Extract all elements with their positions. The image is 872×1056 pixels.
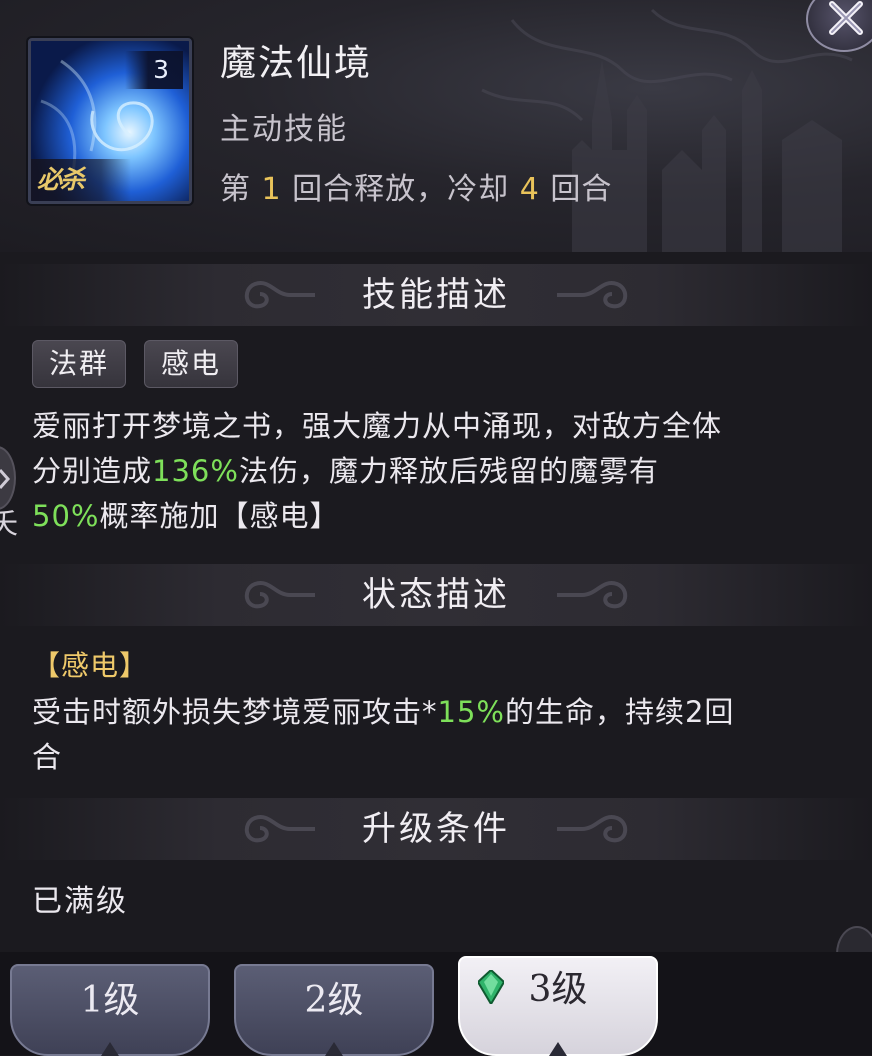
skill-tags: 法群 感电 xyxy=(32,340,239,388)
section-title-skill-description: 技能描述 xyxy=(362,275,510,315)
tab-level-1[interactable]: 1级 xyxy=(10,964,210,1056)
cooldown-first-round: 1 xyxy=(261,172,282,207)
skill-detail-panel: 技能描述 法群 感电 爱丽打开梦境之书，强大魔力从中涌现，对敌方全体 分别造成13… xyxy=(0,252,872,960)
gem-icon xyxy=(478,970,504,1004)
tab-pin-icon xyxy=(101,1042,119,1056)
skill-name: 魔法仙境 xyxy=(220,43,373,84)
desc-part3: 法伤，魔力释放后残留的魔雾有 xyxy=(238,454,659,488)
skill-level-badge: 3 xyxy=(125,51,183,89)
chevron-right-icon xyxy=(0,469,10,489)
section-header-status: 状态描述 xyxy=(0,564,872,626)
section-header-skill: 技能描述 xyxy=(0,264,872,326)
damage-value: 136% xyxy=(152,454,239,488)
close-icon xyxy=(829,1,863,35)
skill-tag: 法群 xyxy=(32,340,127,388)
cooldown-rounds: 4 xyxy=(519,172,540,207)
tab-level-3[interactable]: 3级 xyxy=(458,956,658,1056)
status-percent: 15% xyxy=(437,695,505,729)
upgrade-status: 已满级 xyxy=(32,884,128,919)
status-name: 【感电】 xyxy=(32,649,149,682)
skill-cooldown: 第 1 回合释放，冷却 4 回合 xyxy=(220,164,612,208)
desc-part2: 分别造成 xyxy=(32,454,153,488)
castle-backdrop xyxy=(481,8,853,252)
desc-part1: 爱丽打开梦境之书，强大魔力从中涌现，对敌方全体 xyxy=(32,409,723,443)
skill-type: 主动技能 xyxy=(220,112,348,147)
tab-label: 3级 xyxy=(528,969,588,1010)
level-tab-bar: 1级 2级 3级 xyxy=(0,952,872,1056)
skill-icon: 3 必杀 xyxy=(28,38,192,204)
tab-label: 2级 xyxy=(304,980,364,1021)
side-label: 夭 xyxy=(0,507,19,540)
status-part2: 的生命，持续2回 xyxy=(504,695,735,729)
status-description-text: 受击时额外损失梦境爱丽攻击*15%的生命，持续2回合 xyxy=(32,690,822,780)
chance-value: 50% xyxy=(32,499,100,533)
cooldown-suffix: 回合 xyxy=(539,172,613,207)
section-header-upgrade: 升级条件 xyxy=(0,798,872,860)
status-part3: 合 xyxy=(32,740,63,774)
status-part1: 受击时额外损失梦境爱丽攻击* xyxy=(32,695,438,729)
tab-pin-icon xyxy=(325,1042,343,1056)
tab-pin-icon xyxy=(549,1042,567,1056)
section-title-upgrade: 升级条件 xyxy=(362,809,510,849)
tab-level-2[interactable]: 2级 xyxy=(234,964,434,1056)
prev-skill-button[interactable] xyxy=(0,446,16,510)
skill-header: 3 必杀 魔法仙境 主动技能 第 1 回合释放，冷却 4 回合 xyxy=(0,0,872,252)
cooldown-prefix: 第 xyxy=(220,172,262,207)
skill-description-text: 爱丽打开梦境之书，强大魔力从中涌现，对敌方全体 分别造成136%法伤，魔力释放后残… xyxy=(32,404,822,539)
cooldown-middle: 回合释放，冷却 xyxy=(281,172,520,207)
tab-label: 1级 xyxy=(80,980,140,1021)
desc-part4: 概率施加【感电】 xyxy=(99,499,340,533)
section-title-status-description: 状态描述 xyxy=(362,575,510,615)
ultimate-tag: 必杀 xyxy=(31,159,131,201)
skill-tag: 感电 xyxy=(144,340,239,388)
